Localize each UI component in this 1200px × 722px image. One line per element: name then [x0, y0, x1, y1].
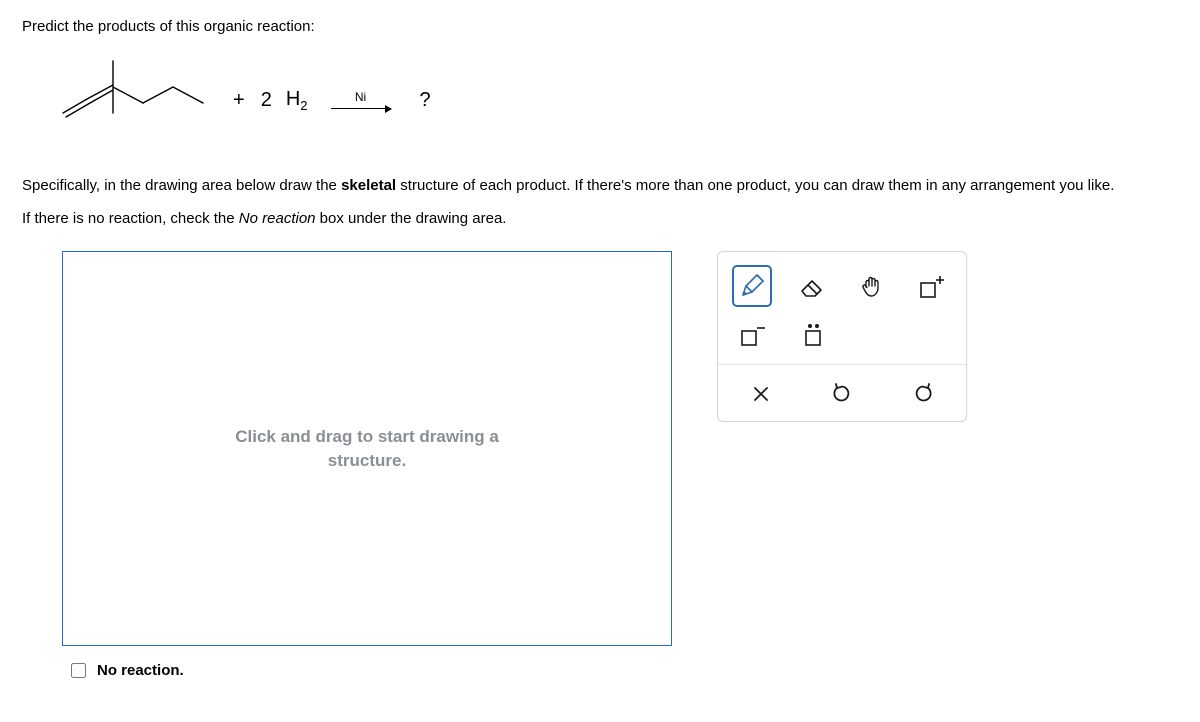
lone-pair-icon: [799, 319, 831, 349]
hand-tool[interactable]: [852, 265, 892, 307]
redo-icon: [912, 383, 934, 405]
instr1c: structure of each product. If there's mo…: [396, 177, 1114, 194]
drawing-canvas[interactable]: Click and drag to start drawing a struct…: [62, 251, 672, 646]
catalyst-label: Ni: [326, 90, 396, 104]
instr1b: skeletal: [341, 177, 396, 194]
close-icon: [751, 384, 771, 404]
add-charge-tool[interactable]: [912, 265, 952, 307]
redo-button[interactable]: [897, 377, 948, 411]
question-title: Predict the products of this organic rea…: [22, 18, 1178, 35]
minus-charge-icon: [737, 319, 769, 349]
hydrogen-h: H: [286, 88, 300, 110]
clear-button[interactable]: [736, 377, 787, 411]
instruction-line-1: Specifically, in the drawing area below …: [22, 175, 1178, 196]
instr2b: No reaction: [239, 210, 316, 227]
eraser-icon: [797, 271, 827, 301]
plus-sign: +: [233, 89, 245, 112]
coefficient: 2: [261, 89, 272, 112]
minus-charge-tool[interactable]: [732, 313, 774, 355]
lone-pair-tool[interactable]: [794, 313, 836, 355]
product-placeholder: ?: [420, 89, 431, 112]
reactant-structure: [57, 55, 217, 145]
instruction-line-2: If there is no reaction, check the No re…: [22, 208, 1178, 229]
canvas-hint: Click and drag to start drawing a struct…: [235, 425, 499, 473]
undo-icon: [831, 383, 853, 405]
pencil-icon: [737, 271, 767, 301]
no-reaction-label: No reaction.: [97, 662, 184, 679]
eraser-tool[interactable]: [792, 265, 832, 307]
instr1a: Specifically, in the drawing area below …: [22, 177, 341, 194]
hydrogen-sub: 2: [300, 98, 307, 113]
instr2a: If there is no reaction, check the: [22, 210, 239, 227]
canvas-hint-l1: Click and drag to start drawing a: [235, 425, 499, 449]
canvas-hint-l2: structure.: [235, 449, 499, 473]
hand-icon: [857, 271, 887, 301]
instr2c: box under the drawing area.: [316, 210, 507, 227]
reaction-equation: + 2 H2 Ni ?: [57, 55, 1178, 145]
reaction-arrow: Ni: [326, 92, 396, 109]
undo-button[interactable]: [817, 377, 868, 411]
toolbox: [717, 251, 967, 422]
hydrogen-formula: H2: [286, 88, 308, 113]
pencil-tool[interactable]: [732, 265, 772, 307]
no-reaction-checkbox[interactable]: [71, 663, 86, 678]
no-reaction-row: No reaction.: [67, 660, 1178, 681]
plus-charge-icon: [916, 271, 948, 301]
